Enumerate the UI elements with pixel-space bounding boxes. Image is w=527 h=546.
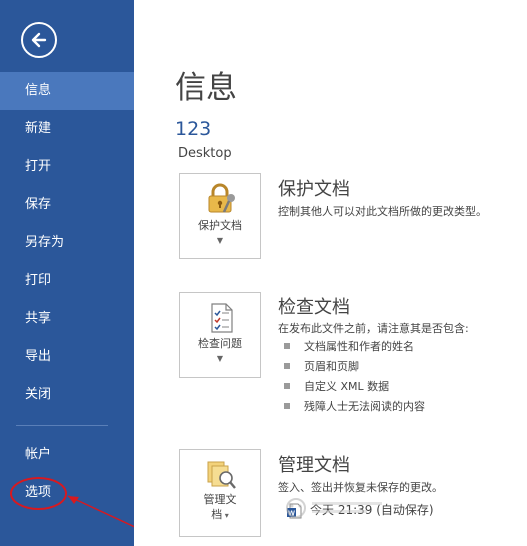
bullet-square-icon: [284, 383, 290, 389]
manage-section-description: 签入、签出并恢复未保存的更改。: [278, 481, 443, 494]
sidebar-item-open[interactable]: 打开: [0, 148, 134, 186]
page-title: 信息: [175, 70, 237, 106]
sidebar-item-save[interactable]: 保存: [0, 186, 134, 224]
info-panel: 信息 123 Desktop 保护文档 ▼ 保护文档 控制其他人可以对此文档所做…: [134, 0, 527, 546]
chevron-down-icon: ▾: [222, 511, 229, 520]
inspect-bullet-item: 残障人士无法阅读的内容: [284, 399, 425, 415]
inspect-bullet-item: 文档属性和作者的姓名: [284, 339, 414, 355]
inspect-section-title: 检查文档: [278, 297, 350, 318]
sidebar-divider: [16, 425, 108, 426]
lock-key-icon: [208, 183, 235, 213]
protect-section-title: 保护文档: [278, 179, 350, 200]
bullet-square-icon: [284, 343, 290, 349]
sidebar-item-close[interactable]: 关闭: [0, 376, 134, 414]
inspect-document-icon: [211, 303, 233, 333]
sidebar-item-info[interactable]: 信息: [0, 72, 134, 110]
manage-document-button-label-line1: 管理文: [203, 493, 237, 506]
backstage-sidebar: 信息 新建 打开 保存 另存为 打印 共享 导出 关闭 帐户 选项: [0, 0, 134, 546]
protect-section-description: 控制其他人可以对此文档所做的更改类型。: [278, 205, 487, 218]
bullet-square-icon: [284, 363, 290, 369]
bullet-square-icon: [284, 403, 290, 409]
chevron-down-icon: ▼: [216, 354, 224, 363]
document-name: 123: [175, 118, 212, 140]
check-issues-button-label: 检查问题: [198, 337, 242, 350]
manage-versions-icon: [207, 461, 236, 489]
annotation-circle: [10, 477, 67, 510]
sidebar-item-new[interactable]: 新建: [0, 110, 134, 148]
manage-document-button[interactable]: 管理文 档 ▾: [179, 449, 261, 537]
watermark-logo-icon: [286, 498, 382, 518]
protect-document-button-label: 保护文档: [198, 219, 242, 232]
chevron-down-icon: ▼: [216, 236, 224, 245]
inspect-section-description: 在发布此文件之前，请注意其是否包含:: [278, 322, 469, 335]
inspect-bullet-item: 自定义 XML 数据: [284, 379, 389, 395]
sidebar-item-export[interactable]: 导出: [0, 338, 134, 376]
manage-section-title: 管理文档: [278, 455, 350, 476]
sidebar-item-print[interactable]: 打印: [0, 262, 134, 300]
sidebar-item-account[interactable]: 帐户: [0, 436, 134, 474]
sidebar-item-share[interactable]: 共享: [0, 300, 134, 338]
inspect-bullet-item: 页眉和页脚: [284, 359, 359, 375]
protect-document-button[interactable]: 保护文档 ▼: [179, 173, 261, 259]
check-issues-button[interactable]: 检查问题 ▼: [179, 292, 261, 378]
back-arrow-icon[interactable]: [21, 22, 57, 58]
sidebar-item-save-as[interactable]: 另存为: [0, 224, 134, 262]
manage-document-button-label-line2: 档 ▾: [211, 508, 229, 521]
document-location: Desktop: [178, 146, 232, 161]
